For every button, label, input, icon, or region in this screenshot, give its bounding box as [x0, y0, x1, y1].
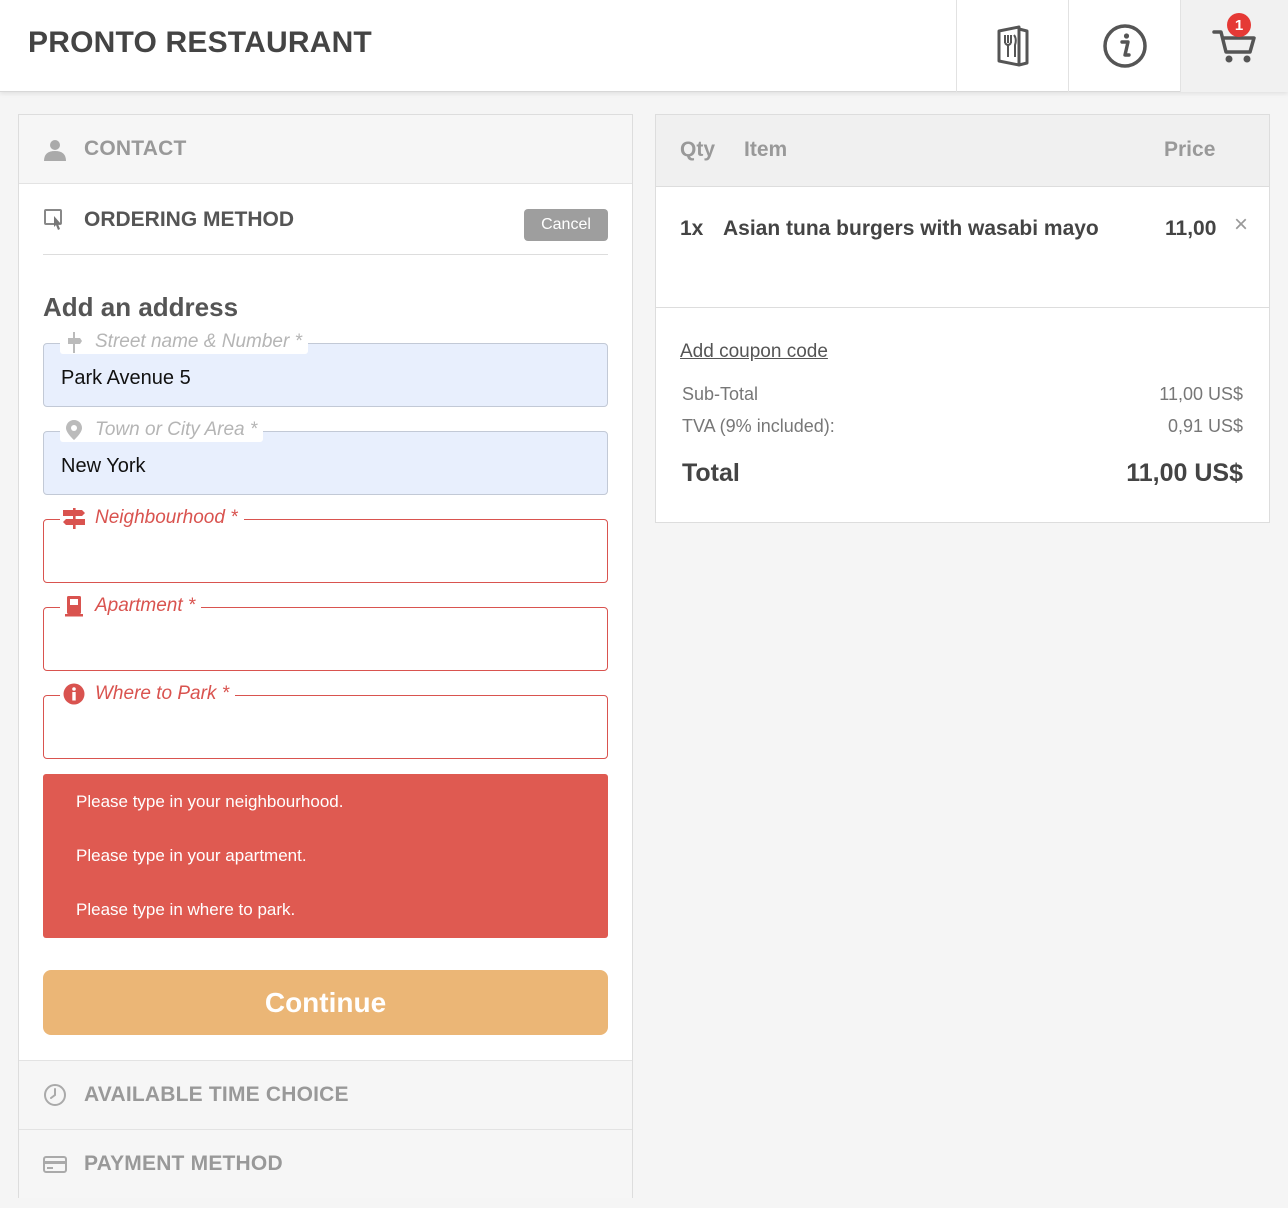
info-circle-icon — [62, 682, 86, 706]
add-coupon-link[interactable]: Add coupon code — [680, 341, 828, 363]
street-field-value: Park Avenue 5 — [61, 367, 191, 389]
neighbourhood-field[interactable]: Neighbourhood * — [43, 506, 608, 583]
apartment-field[interactable]: Apartment * — [43, 594, 608, 671]
step-ordering-method-label: ORDERING METHOD — [84, 208, 294, 231]
validation-errors: Please type in your neighbourhood. Pleas… — [43, 774, 608, 938]
cart-line-item: 1x Asian tuna burgers with wasabi mayo 1… — [656, 187, 1269, 308]
street-field-label: Street name & Number * — [60, 330, 308, 354]
town-field-label: Town or City Area * — [60, 418, 264, 442]
street-field[interactable]: Street name & Number * Park Avenue 5 — [43, 330, 608, 407]
line-qty: 1x — [680, 217, 704, 240]
user-icon — [43, 138, 67, 162]
ordering-method-icon — [43, 208, 67, 232]
restaurant-name[interactable]: PRONTO RESTAURANT — [28, 26, 372, 60]
credit-card-icon — [43, 1152, 67, 1176]
step-time-choice-label: AVAILABLE TIME CHOICE — [84, 1083, 349, 1106]
step-contact[interactable]: CONTACT — [19, 115, 632, 184]
menu-icon — [997, 25, 1028, 67]
tax-label: TVA (9% included): — [682, 416, 835, 436]
tax-row: TVA (9% included): 0,91 US$ — [682, 416, 1243, 437]
step-time-choice[interactable]: AVAILABLE TIME CHOICE — [19, 1060, 632, 1129]
subtotal-row: Sub-Total 11,00 US$ — [682, 384, 1243, 405]
top-bar: PRONTO RESTAURANT 1 — [0, 0, 1288, 92]
line-price: 11,00 — [1165, 217, 1217, 240]
parking-field-label: Where to Park * — [60, 682, 236, 706]
menu-button[interactable] — [956, 0, 1068, 92]
cart-count-badge: 1 — [1227, 13, 1251, 37]
cart-table-header: Qty Item Price — [656, 115, 1269, 187]
subtotal-label: Sub-Total — [682, 384, 759, 404]
subtotal-value: 11,00 US$ — [1159, 384, 1243, 404]
line-item-name: Asian tuna burgers with wasabi mayo — [723, 217, 1099, 240]
price-header: Price — [1164, 138, 1216, 161]
error-message: Please type in your apartment. — [76, 846, 307, 865]
step-contact-label: CONTACT — [84, 137, 187, 160]
total-label: Total — [682, 459, 740, 487]
town-field-value: New York — [61, 455, 146, 477]
direction-sign-icon — [62, 506, 86, 530]
signpost-icon — [62, 330, 86, 354]
clock-icon — [43, 1083, 67, 1107]
checkout-panel: CONTACT ORDERING METHOD Cancel Add an ad… — [18, 114, 633, 1198]
continue-button[interactable]: Continue — [43, 970, 608, 1035]
neighbourhood-field-label: Neighbourhood * — [60, 506, 244, 530]
cart-button[interactable]: 1 — [1180, 0, 1288, 92]
item-header: Item — [744, 138, 788, 161]
cancel-button[interactable]: Cancel — [524, 209, 608, 241]
cart-panel: Qty Item Price 1x Asian tuna burgers wit… — [655, 114, 1270, 523]
step-payment-method-label: PAYMENT METHOD — [84, 1152, 283, 1175]
step-ordering-method: ORDERING METHOD Cancel — [43, 185, 608, 255]
address-form-title: Add an address — [43, 292, 239, 322]
total-value: 11,00 US$ — [1126, 459, 1243, 487]
tax-value: 0,91 US$ — [1167, 416, 1243, 436]
error-message: Please type in where to park. — [76, 900, 296, 919]
error-message: Please type in your neighbourhood. — [76, 792, 344, 811]
town-field[interactable]: Town or City Area * New York — [43, 418, 608, 495]
total-row: Total 11,00 US$ — [682, 459, 1243, 488]
apartment-field-label: Apartment * — [60, 594, 202, 618]
remove-item-icon[interactable]: × — [1234, 213, 1248, 237]
info-button[interactable] — [1068, 0, 1180, 92]
info-icon — [1102, 24, 1147, 68]
step-payment-method[interactable]: PAYMENT METHOD — [19, 1129, 632, 1198]
building-icon — [62, 594, 86, 618]
location-pin-icon — [62, 418, 86, 442]
qty-header: Qty — [680, 138, 716, 161]
parking-field[interactable]: Where to Park * — [43, 682, 608, 759]
